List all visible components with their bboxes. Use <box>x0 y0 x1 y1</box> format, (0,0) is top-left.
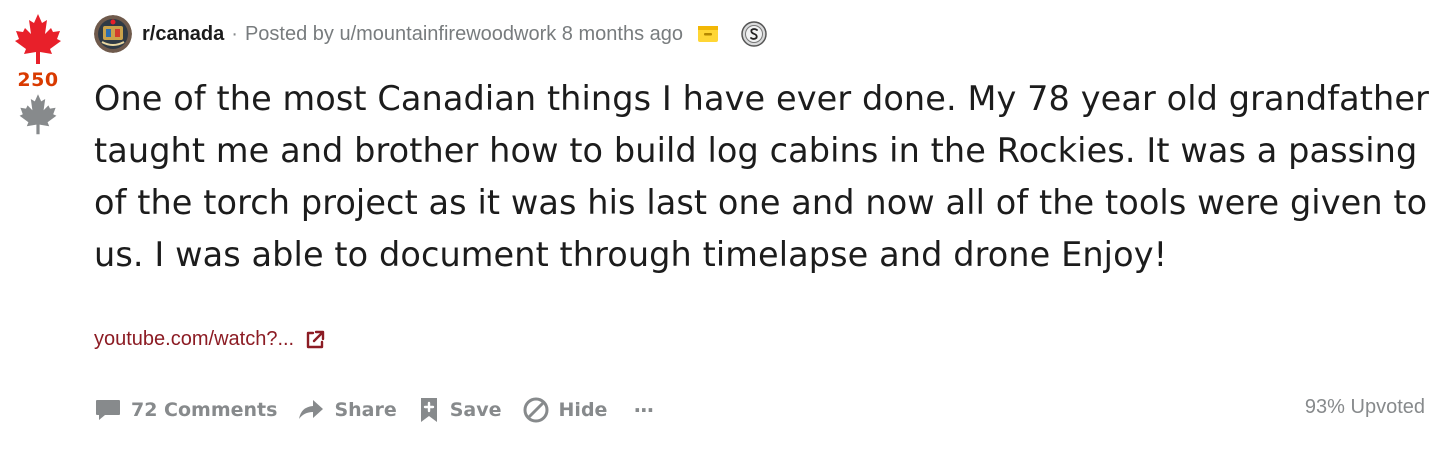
post-title[interactable]: One of the most Canadian things I have e… <box>94 73 1444 281</box>
subreddit-name[interactable]: r/canada <box>142 23 224 46</box>
archived-box-icon <box>698 26 718 42</box>
subreddit-avatar[interactable] <box>94 15 132 53</box>
post-actions-bar: 72 Comments Share Save Hide ··· <box>94 388 673 432</box>
share-arrow-icon <box>299 400 324 419</box>
share-label: Share <box>334 399 397 421</box>
comment-bubble-icon <box>96 400 120 420</box>
header-separator: · <box>231 22 238 45</box>
post-meta: Posted by u/mountainfirewoodwork 8 month… <box>245 23 683 46</box>
more-options-icon: ··· <box>633 398 654 422</box>
comments-button[interactable]: 72 Comments <box>94 397 277 423</box>
bookmark-plus-icon <box>420 398 437 422</box>
maple-leaf-upvote-icon[interactable] <box>13 12 63 68</box>
save-label: Save <box>449 399 502 421</box>
author-link[interactable]: u/mountainfirewoodwork <box>339 23 556 45</box>
vote-column: 250 <box>0 8 76 138</box>
vote-score: 250 <box>17 69 59 91</box>
hide-label: Hide <box>558 399 608 421</box>
post-age: 8 months ago <box>561 22 683 45</box>
hide-block-icon <box>523 397 549 423</box>
subreddit-logo-icon <box>94 15 132 53</box>
award-archived[interactable] <box>697 23 719 45</box>
upvote-ratio: 93% Upvoted <box>1304 396 1425 418</box>
posted-by-label: Posted by <box>244 22 334 45</box>
comments-label: 72 Comments <box>131 399 278 421</box>
save-button[interactable]: Save <box>417 396 502 424</box>
more-options-button[interactable]: ··· <box>633 398 654 422</box>
silver-award-icon <box>741 21 767 47</box>
maple-leaf-downvote-icon[interactable] <box>18 92 58 138</box>
post-header: r/canada · Posted by u/mountainfirewoodw… <box>94 14 767 54</box>
share-button[interactable]: Share <box>297 397 397 423</box>
hide-button[interactable]: Hide <box>522 396 608 424</box>
external-link[interactable]: youtube.com/watch?... <box>94 328 326 351</box>
link-url-text[interactable]: youtube.com/watch?... <box>94 328 294 351</box>
award-silver[interactable] <box>741 21 767 47</box>
post-card: 250 r/canada · Posted by u/mountainfirew… <box>0 0 1450 458</box>
external-link-icon <box>306 330 325 348</box>
